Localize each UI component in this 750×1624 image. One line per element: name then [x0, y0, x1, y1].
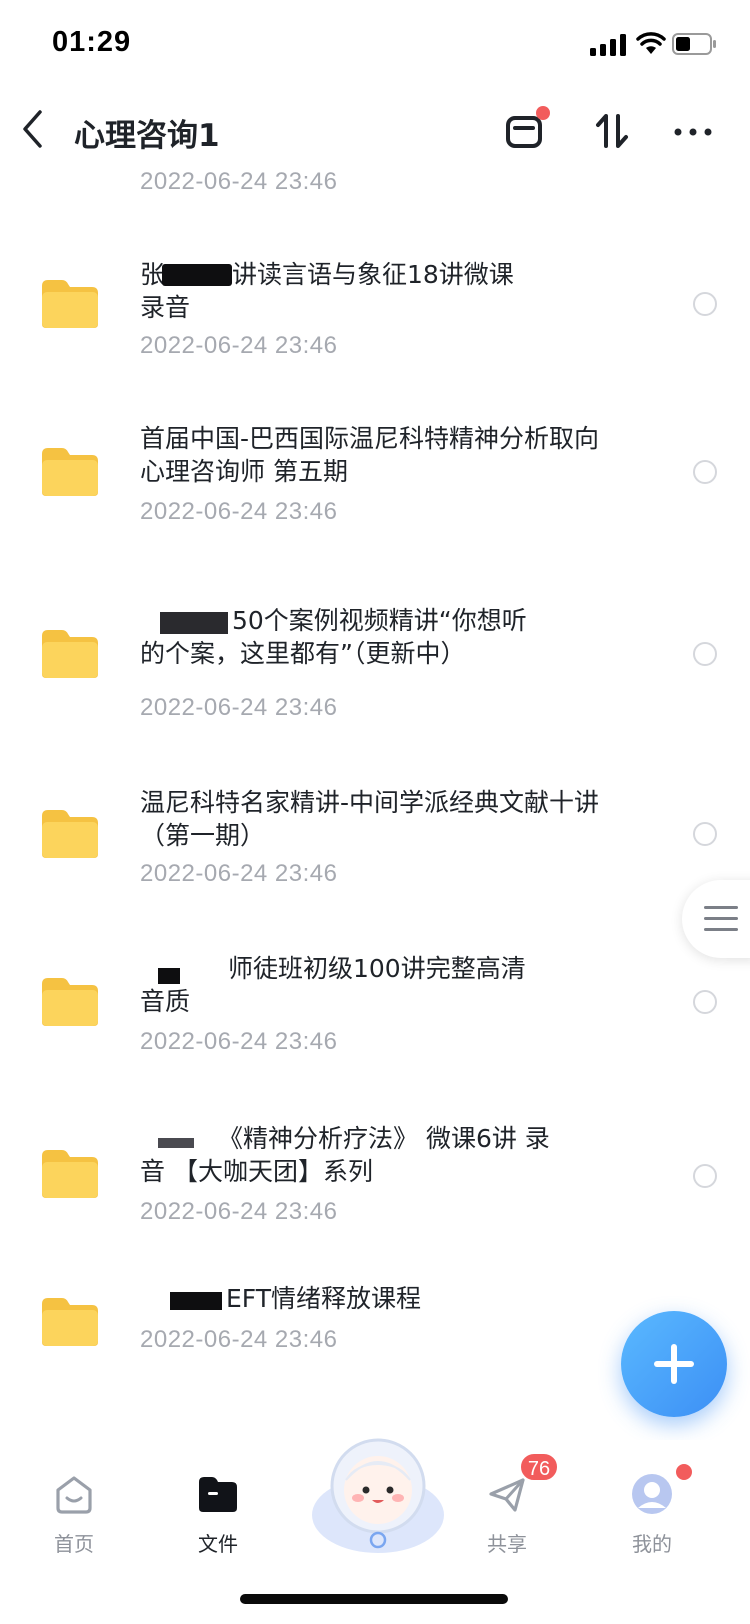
folder-icon	[42, 1150, 98, 1198]
folder-icon	[42, 978, 98, 1026]
tab-share[interactable]: 76 共享	[447, 1440, 567, 1560]
select-radio[interactable]	[693, 460, 717, 484]
side-menu-handle[interactable]	[682, 880, 750, 958]
home-icon	[56, 1476, 92, 1514]
file-date: 2022-06-24 23:46	[140, 498, 338, 525]
file-name: 首届中国-巴西国际温尼科特精神分析取向心理咨询师 第五期	[140, 424, 600, 486]
file-date: 2022-06-24 23:46	[140, 1198, 338, 1225]
add-button[interactable]	[621, 1311, 727, 1417]
notification-dot	[674, 1462, 694, 1482]
avatar-icon	[632, 1474, 672, 1514]
file-date: 2022-06-24 23:46	[140, 332, 338, 359]
select-radio[interactable]	[693, 822, 717, 846]
tab-me[interactable]: 我的	[592, 1440, 712, 1560]
folder-icon	[42, 1298, 98, 1346]
folder-icon	[42, 810, 98, 858]
folder-icon	[42, 280, 98, 328]
file-date: 2022-06-24 23:46	[140, 1028, 338, 1055]
home-indicator	[240, 1594, 508, 1604]
folder-icon	[42, 630, 98, 678]
select-radio[interactable]	[693, 990, 717, 1014]
tab-home[interactable]: 首页	[14, 1440, 134, 1560]
select-radio[interactable]	[693, 292, 717, 316]
file-name: 温尼科特名家精讲-中间学派经典文献十讲（第一期）	[140, 788, 600, 850]
notification-badge: 76	[519, 1452, 559, 1482]
folder-icon	[199, 1477, 237, 1512]
send-icon	[489, 1478, 525, 1512]
file-date: 2022-06-24 23:46	[140, 1326, 338, 1353]
mascot-assistant-icon[interactable]	[308, 1430, 448, 1560]
select-radio[interactable]	[693, 642, 717, 666]
select-radio[interactable]	[693, 1164, 717, 1188]
file-date: 2022-06-24 23:46	[140, 694, 338, 721]
file-date: 2022-06-24 23:46	[140, 860, 338, 887]
folder-icon	[42, 448, 98, 496]
file-date: 2022-06-24 23:46	[140, 168, 338, 195]
tab-files[interactable]: 文件	[158, 1440, 278, 1560]
